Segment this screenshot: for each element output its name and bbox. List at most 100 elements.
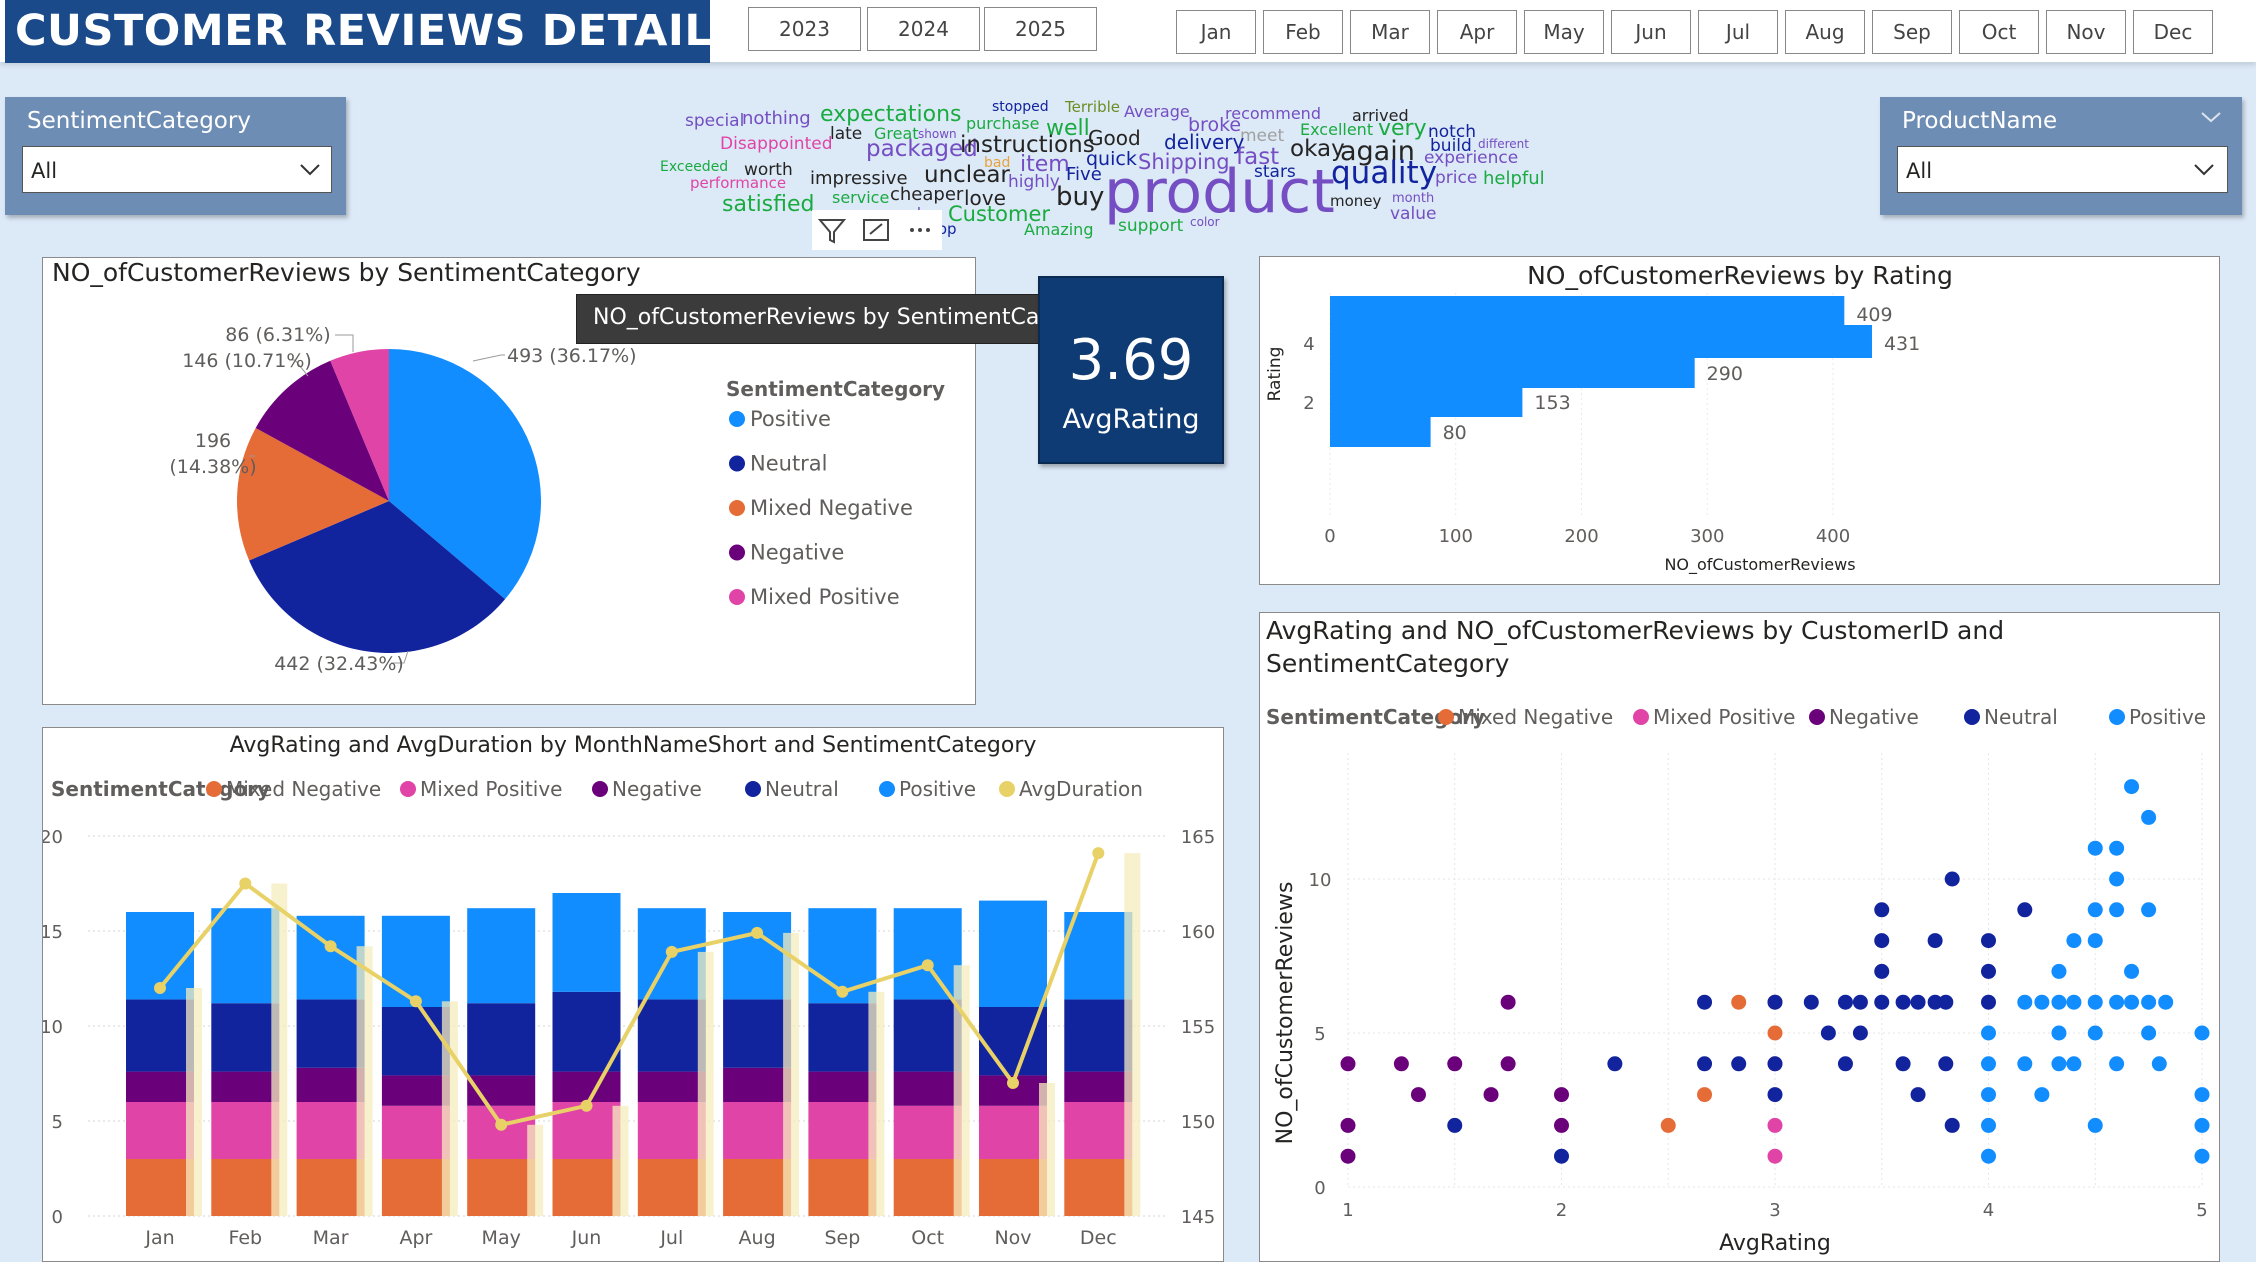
scatter-point-neutral[interactable]	[1852, 1025, 1868, 1041]
scatter-point-positive[interactable]	[2109, 871, 2125, 887]
scatter-point-neutral[interactable]	[1981, 933, 1996, 949]
scatter-point-neutral[interactable]	[1895, 1056, 1911, 1072]
stacked-bar-mixed-positive-sep[interactable]	[808, 1102, 877, 1159]
stacked-bar-neutral-jul[interactable]	[637, 999, 706, 1072]
scatter-point-neutral[interactable]	[1554, 1148, 1569, 1164]
scatter-point-positive[interactable]	[2124, 994, 2140, 1010]
avg-duration-point-jan[interactable]	[154, 982, 166, 994]
avg-duration-point-sep[interactable]	[836, 985, 849, 998]
word-cloud[interactable]: special nothing expectations stopped Terribl…	[650, 98, 1550, 248]
scatter-point-positive[interactable]	[1981, 1087, 1996, 1103]
scatter-point-negative[interactable]	[1447, 1056, 1463, 1072]
stacked-bar-mixed-positive-aug[interactable]	[723, 1102, 792, 1159]
stacked-bar-neutral-jan[interactable]	[126, 999, 194, 1072]
stacked-bar-mixed-negative-jan[interactable]	[126, 1159, 194, 1216]
scatter-point-neutral[interactable]	[1767, 1056, 1783, 1072]
word-price[interactable]: price	[1435, 170, 1477, 187]
stacked-bar-mixed-positive-oct[interactable]	[893, 1105, 962, 1159]
scatter-point-neutral[interactable]	[1731, 1056, 1747, 1072]
rating-bar-4[interactable]	[1330, 325, 1872, 358]
word-quality[interactable]: quality	[1331, 158, 1437, 189]
scatter-point-neutral[interactable]	[1803, 994, 1819, 1010]
stacked-bar-negative-mar[interactable]	[296, 1067, 365, 1102]
word-satisfied[interactable]: satisfied	[722, 194, 815, 216]
sentiment-dropdown[interactable]: All	[22, 146, 332, 193]
scatter-point-positive[interactable]	[2066, 933, 2082, 949]
scatter-point-neutral[interactable]	[1697, 994, 1713, 1010]
scatter-point-positive[interactable]	[1981, 1056, 1996, 1072]
month-button-oct[interactable]: Oct	[1959, 10, 2039, 54]
scatter-point-positive[interactable]	[2194, 1087, 2210, 1103]
rating-bar-3[interactable]	[1330, 355, 1695, 388]
month-button-dec[interactable]: Dec	[2133, 10, 2213, 54]
word-stopped[interactable]: stopped	[992, 100, 1049, 114]
scatter-point-positive[interactable]	[2034, 1087, 2050, 1103]
scatter-point-positive[interactable]	[2194, 1117, 2210, 1133]
stacked-bar-neutral-dec[interactable]	[1064, 999, 1133, 1072]
word-performance[interactable]: performance	[690, 176, 786, 191]
avg-duration-point-feb[interactable]	[239, 877, 252, 890]
word-late[interactable]: late	[830, 126, 862, 143]
stacked-bar-positive-jun[interactable]	[552, 893, 621, 992]
scatter-point-positive[interactable]	[1981, 1148, 1996, 1164]
scatter-point-positive[interactable]	[2141, 994, 2157, 1010]
scatter-point-positive[interactable]	[2066, 1056, 2082, 1072]
scatter-point-mixed-positive[interactable]	[1767, 1148, 1783, 1164]
scatter-point-positive[interactable]	[2109, 994, 2125, 1010]
scatter-point-negative[interactable]	[1393, 1056, 1409, 1072]
month-button-jul[interactable]: Jul	[1698, 10, 1778, 54]
stacked-bar-mixed-positive-may[interactable]	[467, 1105, 536, 1159]
scatter-point-positive[interactable]	[1981, 1025, 1996, 1041]
month-button-apr[interactable]: Apr	[1437, 10, 1517, 54]
scatter-point-neutral[interactable]	[1938, 1056, 1954, 1072]
word-amazing[interactable]: Amazing	[1024, 222, 1093, 238]
scatter-point-positive[interactable]	[2151, 1056, 2167, 1072]
month-button-may[interactable]: May	[1524, 10, 1604, 54]
scatter-point-positive[interactable]	[2141, 809, 2157, 825]
word-good[interactable]: Good	[1088, 128, 1141, 148]
word-purchase[interactable]: purchase	[966, 116, 1039, 132]
word-color[interactable]: color	[1190, 216, 1220, 228]
scatter-point-neutral[interactable]	[1981, 963, 1996, 979]
month-button-mar[interactable]: Mar	[1350, 10, 1430, 54]
rating-bar-2[interactable]	[1330, 384, 1523, 417]
scatter-point-positive[interactable]	[2109, 840, 2125, 856]
stacked-bar-negative-jan[interactable]	[126, 1071, 194, 1102]
scatter-point-positive[interactable]	[2051, 1025, 2067, 1041]
scatter-point-positive[interactable]	[2194, 1025, 2210, 1041]
stacked-bar-mixed-positive-dec[interactable]	[1064, 1102, 1133, 1159]
scatter-point-negative[interactable]	[1500, 1056, 1516, 1072]
scatter-point-neutral[interactable]	[1820, 1025, 1836, 1041]
focus-mode-icon[interactable]	[856, 210, 896, 250]
scatter-point-mixed-negative[interactable]	[1660, 1117, 1676, 1133]
rating-bar-1[interactable]	[1330, 414, 1431, 447]
stacked-bar-negative-dec[interactable]	[1064, 1071, 1133, 1102]
avg-duration-point-aug[interactable]	[751, 926, 764, 939]
word-nothing[interactable]: nothing	[742, 110, 811, 128]
month-button-nov[interactable]: Nov	[2046, 10, 2126, 54]
scatter-point-negative[interactable]	[1340, 1056, 1356, 1072]
stacked-bar-neutral-apr[interactable]	[381, 1007, 450, 1076]
scatter-point-positive[interactable]	[2141, 1025, 2157, 1041]
stacked-bar-negative-jul[interactable]	[637, 1071, 706, 1102]
stacked-bar-mixed-negative-sep[interactable]	[808, 1159, 877, 1216]
word-helpful[interactable]: helpful	[1483, 170, 1545, 188]
word-disappointed[interactable]: Disappointed	[720, 136, 832, 153]
stacked-bar-mixed-positive-mar[interactable]	[296, 1102, 365, 1159]
word-expectations[interactable]: expectations	[820, 104, 961, 126]
word-value[interactable]: value	[1390, 206, 1436, 223]
scatter-point-mixed-negative[interactable]	[1767, 1025, 1783, 1041]
stacked-bar-positive-dec[interactable]	[1064, 912, 1133, 1000]
rating-bar-5[interactable]	[1330, 296, 1845, 329]
scatter-point-positive[interactable]	[2087, 933, 2103, 949]
scatter-point-positive[interactable]	[2066, 994, 2082, 1010]
stacked-bar-negative-jun[interactable]	[552, 1071, 621, 1102]
scatter-point-neutral[interactable]	[1607, 1056, 1623, 1072]
scatter-point-neutral[interactable]	[1874, 933, 1890, 949]
avg-duration-point-jul[interactable]	[665, 945, 678, 958]
scatter-point-positive[interactable]	[2087, 1117, 2103, 1133]
scatter-point-positive[interactable]	[2051, 1056, 2067, 1072]
stacked-bar-mixed-negative-jun[interactable]	[552, 1159, 621, 1216]
scatter-point-neutral[interactable]	[1874, 902, 1890, 918]
word-exceeded[interactable]: Exceeded	[660, 160, 728, 174]
